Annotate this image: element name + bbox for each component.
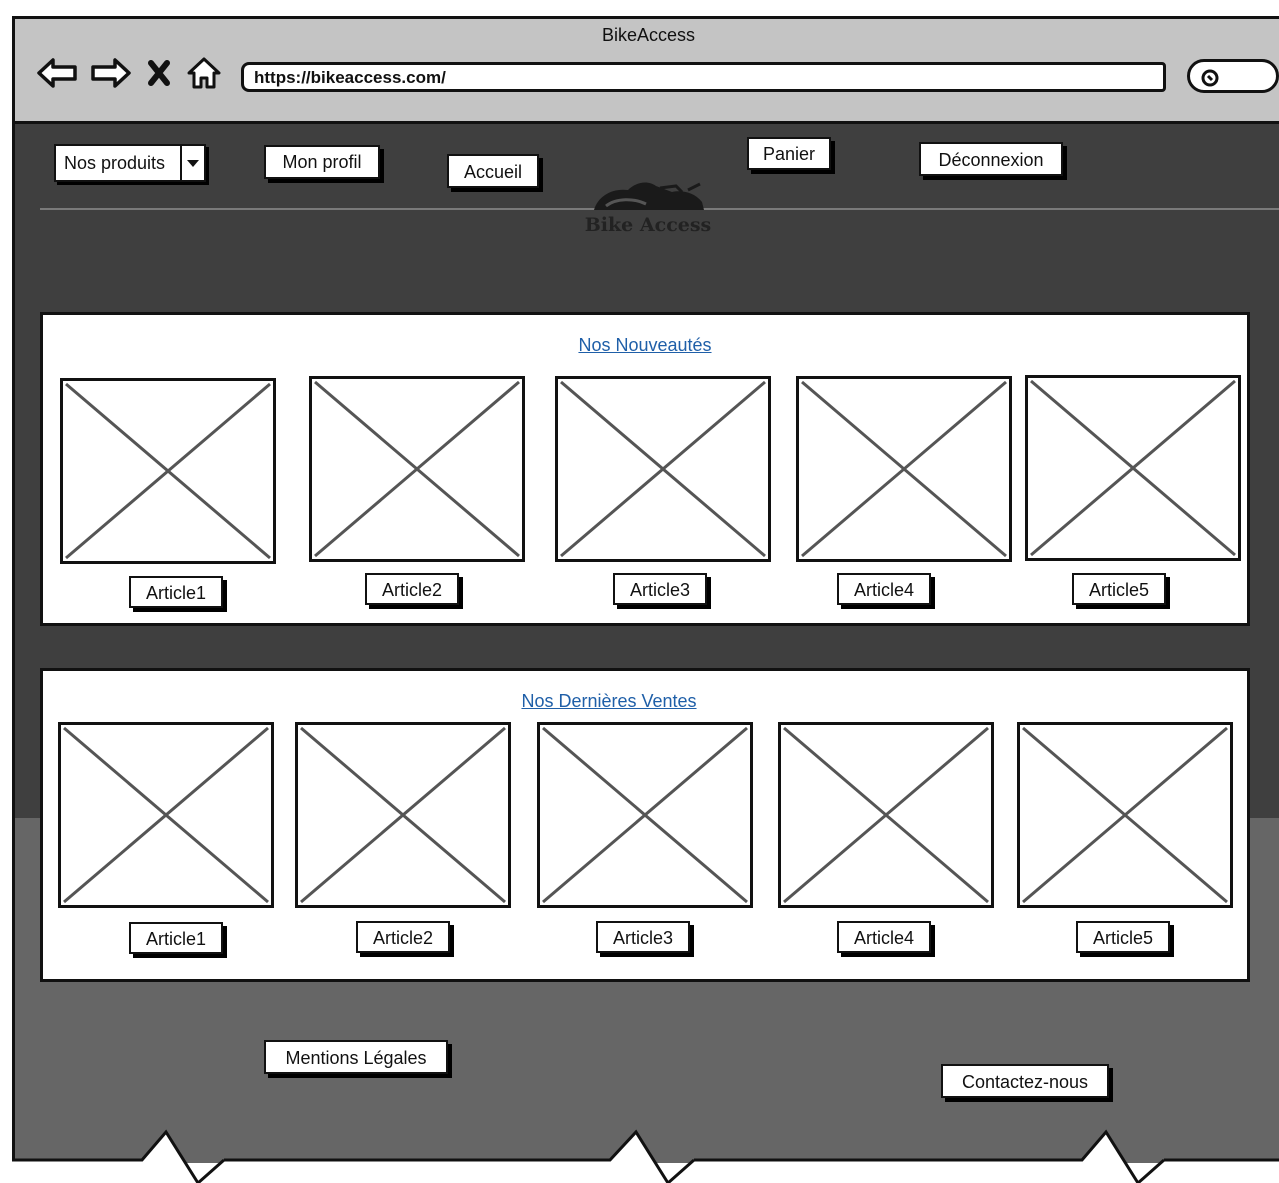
article-image-placeholder[interactable] xyxy=(1025,375,1241,561)
article-button[interactable]: Article1 xyxy=(129,922,223,954)
article-image-placeholder[interactable] xyxy=(537,722,753,908)
image-placeholder-icon xyxy=(314,380,520,558)
products-dropdown-label: Nos produits xyxy=(64,153,166,173)
image-placeholder-icon xyxy=(65,382,271,560)
chevron-down-icon[interactable] xyxy=(180,146,204,180)
search-icon xyxy=(1201,69,1219,87)
bike-access-logo[interactable]: Bike Access xyxy=(576,176,720,240)
new-products-title[interactable]: Nos Nouveautés xyxy=(43,335,1247,356)
logout-button[interactable]: Déconnexion xyxy=(919,142,1063,176)
article-button[interactable]: Article3 xyxy=(613,573,707,605)
latest-sales-title[interactable]: Nos Dernières Ventes xyxy=(7,691,1211,712)
article-button[interactable]: Article5 xyxy=(1072,573,1166,605)
article-image-placeholder[interactable] xyxy=(796,376,1012,562)
forward-arrow-icon[interactable] xyxy=(89,53,133,93)
image-placeholder-icon xyxy=(542,726,748,904)
legal-notice-button[interactable]: Mentions Légales xyxy=(264,1040,448,1074)
browser-search-field[interactable] xyxy=(1187,59,1279,93)
article-image-placeholder[interactable] xyxy=(295,722,511,908)
article-button[interactable]: Article1 xyxy=(129,576,223,608)
article-image-placeholder[interactable] xyxy=(778,722,994,908)
article-button[interactable]: Article3 xyxy=(596,921,690,953)
motorcycle-icon xyxy=(594,182,704,210)
article-image-placeholder[interactable] xyxy=(555,376,771,562)
image-placeholder-icon xyxy=(1022,726,1228,904)
home-button[interactable]: Accueil xyxy=(447,154,539,188)
address-bar[interactable]: https://bikeaccess.com/ xyxy=(241,62,1166,92)
cart-button[interactable]: Panier xyxy=(747,137,831,170)
article-image-placeholder[interactable] xyxy=(1017,722,1233,908)
article-image-placeholder[interactable] xyxy=(309,376,525,562)
back-arrow-icon[interactable] xyxy=(35,53,79,93)
profile-button[interactable]: Mon profil xyxy=(264,145,380,179)
image-placeholder-icon xyxy=(63,726,269,904)
browser-window: BikeAccess https://bikeaccess.com/ Nos p… xyxy=(0,0,1279,1183)
stop-icon[interactable] xyxy=(143,53,175,93)
home-icon[interactable] xyxy=(185,53,223,93)
article-button[interactable]: Article2 xyxy=(365,573,459,605)
image-placeholder-icon xyxy=(300,726,506,904)
window-title: BikeAccess xyxy=(601,25,696,45)
image-placeholder-icon xyxy=(801,380,1007,558)
article-button[interactable]: Article5 xyxy=(1076,921,1170,953)
image-placeholder-icon xyxy=(783,726,989,904)
image-placeholder-icon xyxy=(560,380,766,558)
image-placeholder-icon xyxy=(1030,379,1236,557)
logo-text: Bike Access xyxy=(584,214,712,236)
browser-chrome: BikeAccess https://bikeaccess.com/ xyxy=(12,16,1279,124)
article-button[interactable]: Article2 xyxy=(356,921,450,953)
torn-edge xyxy=(0,1129,1279,1183)
article-button[interactable]: Article4 xyxy=(837,921,931,953)
contact-button[interactable]: Contactez-nous xyxy=(941,1064,1109,1098)
article-image-placeholder[interactable] xyxy=(58,722,274,908)
article-image-placeholder[interactable] xyxy=(60,378,276,564)
products-dropdown[interactable]: Nos produits xyxy=(54,144,206,182)
article-button[interactable]: Article4 xyxy=(837,573,931,605)
